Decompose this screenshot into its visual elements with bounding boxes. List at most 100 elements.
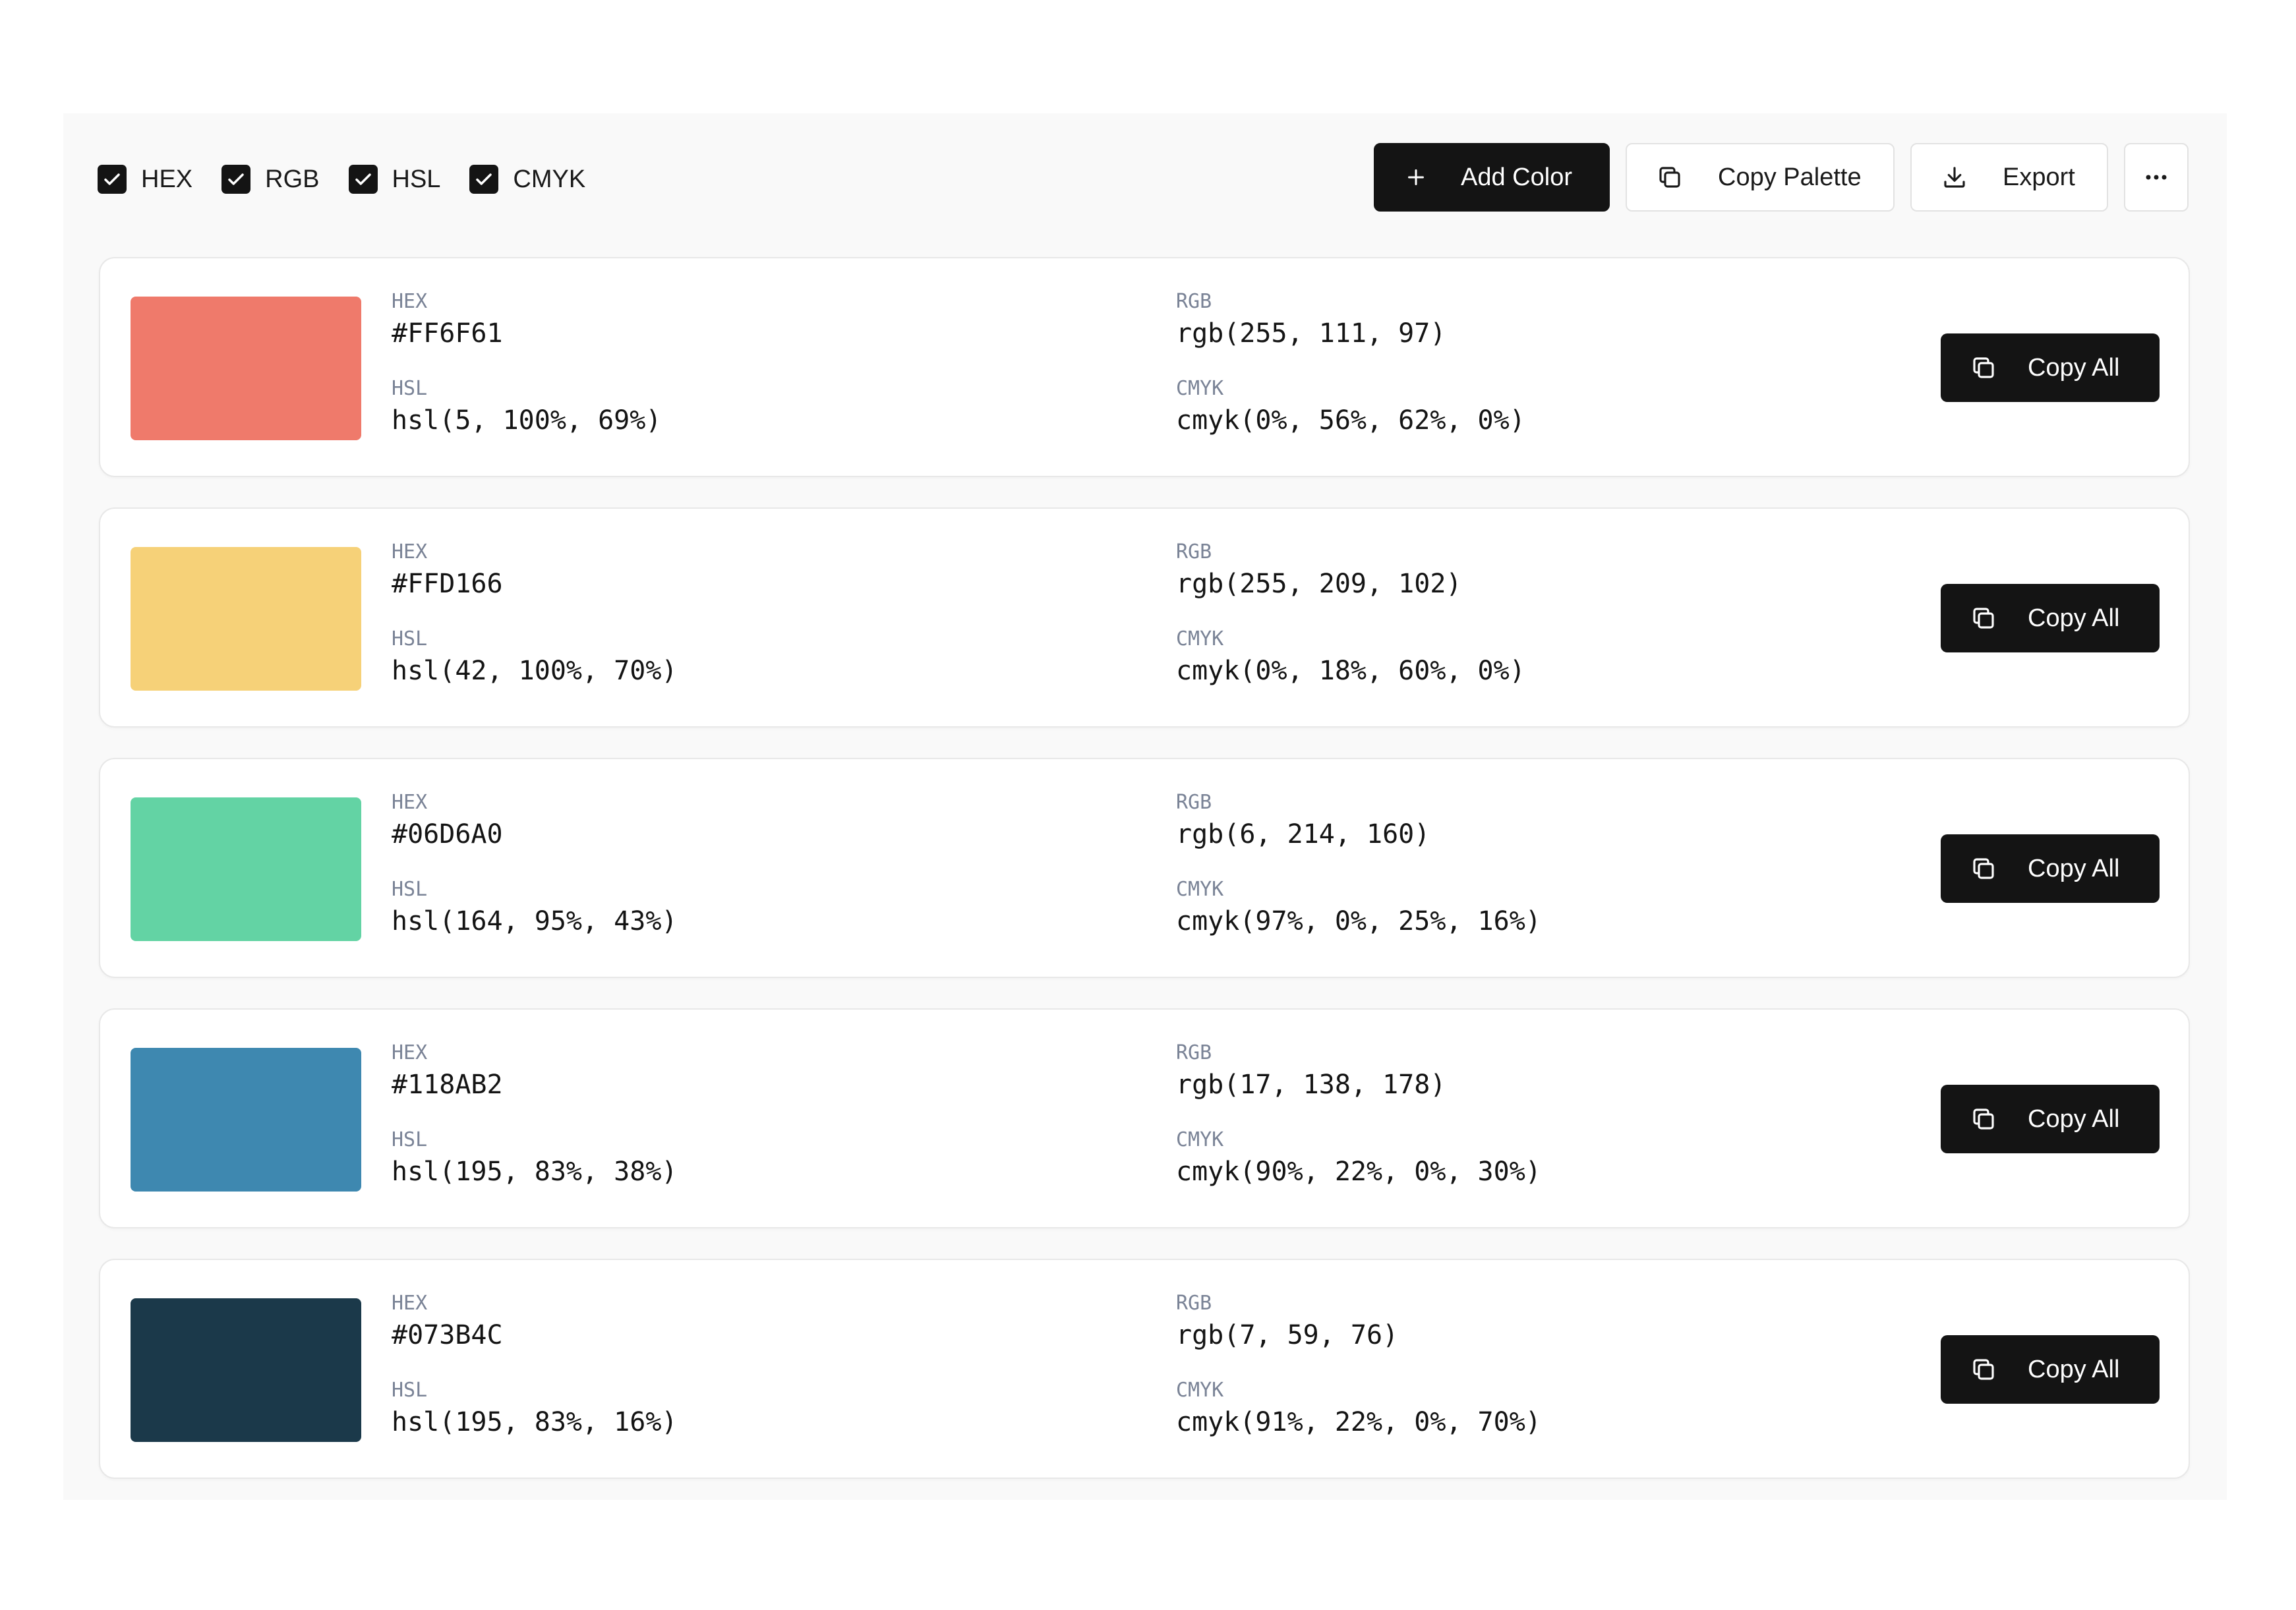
color-list: HEX #FF6F61 HSL hsl(5, 100%, 69%) RGB rg… [99,257,2190,1509]
checkbox-checked-icon[interactable] [348,165,378,194]
hsl-value[interactable]: hsl(195, 83%, 38%) [392,1153,677,1190]
hsl-label: HSL [392,878,428,901]
hex-value[interactable]: #06D6A0 [392,816,677,853]
copy-icon [1970,354,1997,382]
copy-all-button[interactable]: Copy All [1941,1335,2160,1404]
color-swatch[interactable] [131,797,361,941]
hex-hsl-column: HEX #118AB2 HSL hsl(195, 83%, 38%) [392,1040,677,1190]
copy-all-button[interactable]: Copy All [1941,584,2160,652]
hex-hsl-column: HEX #FF6F61 HSL hsl(5, 100%, 69%) [392,289,661,439]
rgb-label: RGB [1176,290,1212,313]
cmyk-label: CMYK [1176,878,1224,901]
filter-hsl[interactable]: HSL [348,165,441,194]
hex-label: HEX [392,540,428,563]
filter-rgb[interactable]: RGB [221,165,320,194]
hsl-label: HSL [392,627,428,650]
rgb-value[interactable]: rgb(7, 59, 76) [1176,1317,1541,1354]
rgb-cmyk-column: RGB rgb(6, 214, 160) CMYK cmyk(97%, 0%, … [1176,790,1541,940]
color-card: HEX #118AB2 HSL hsl(195, 83%, 38%) RGB r… [99,1008,2190,1228]
more-options-button[interactable] [2124,143,2189,212]
copy-icon [1970,1356,1997,1383]
hex-label: HEX [392,791,428,814]
add-color-button[interactable]: Add Color [1374,143,1610,212]
plus-icon [1404,165,1428,189]
filter-label: HEX [141,165,193,193]
copy-icon [1970,604,1997,632]
rgb-label: RGB [1176,540,1212,563]
hex-label: HEX [392,1292,428,1315]
color-card: HEX #FFD166 HSL hsl(42, 100%, 70%) RGB r… [99,507,2190,728]
checkbox-checked-icon[interactable] [469,165,499,194]
cmyk-value[interactable]: cmyk(97%, 0%, 25%, 16%) [1176,903,1541,940]
hex-hsl-column: HEX #073B4C HSL hsl(195, 83%, 16%) [392,1290,677,1441]
hex-label: HEX [392,1041,428,1064]
filter-label: CMYK [513,165,586,193]
hex-value[interactable]: #FFD166 [392,565,677,602]
hsl-label: HSL [392,377,428,400]
copy-palette-button[interactable]: Copy Palette [1626,143,1895,212]
rgb-value[interactable]: rgb(6, 214, 160) [1176,816,1541,853]
copy-all-label: Copy All [2028,353,2120,382]
palette-panel: HEX RGB HSL CMYK Add Color Copy Palette … [63,113,2227,1500]
hsl-value[interactable]: hsl(42, 100%, 70%) [392,652,677,689]
copy-icon [1970,855,1997,882]
filter-label: HSL [392,165,441,193]
copy-palette-label: Copy Palette [1718,163,1862,191]
hex-label: HEX [392,290,428,313]
toolbar: HEX RGB HSL CMYK Add Color Copy Palette … [63,113,2227,245]
copy-all-label: Copy All [2028,1355,2120,1383]
copy-icon [1656,163,1684,191]
add-color-label: Add Color [1461,163,1572,191]
rgb-value[interactable]: rgb(255, 209, 102) [1176,565,1525,602]
checkbox-checked-icon[interactable] [221,165,251,194]
copy-all-button[interactable]: Copy All [1941,834,2160,903]
cmyk-value[interactable]: cmyk(90%, 22%, 0%, 30%) [1176,1153,1541,1190]
rgb-value[interactable]: rgb(17, 138, 178) [1176,1066,1541,1103]
color-swatch[interactable] [131,297,361,440]
format-filters: HEX RGB HSL CMYK [98,161,614,198]
hex-value[interactable]: #FF6F61 [392,315,661,352]
cmyk-label: CMYK [1176,377,1224,400]
checkbox-checked-icon[interactable] [98,165,127,194]
cmyk-label: CMYK [1176,627,1224,650]
copy-all-button[interactable]: Copy All [1941,1085,2160,1153]
cmyk-value[interactable]: cmyk(91%, 22%, 0%, 70%) [1176,1404,1541,1441]
hsl-value[interactable]: hsl(5, 100%, 69%) [392,402,661,439]
rgb-value[interactable]: rgb(255, 111, 97) [1176,315,1525,352]
more-horizontal-icon [2143,173,2169,181]
export-button[interactable]: Export [1910,143,2108,212]
hsl-value[interactable]: hsl(164, 95%, 43%) [392,903,677,940]
copy-all-label: Copy All [2028,854,2120,882]
color-card: HEX #073B4C HSL hsl(195, 83%, 16%) RGB r… [99,1259,2190,1479]
hsl-label: HSL [392,1379,428,1402]
copy-icon [1970,1105,1997,1133]
rgb-cmyk-column: RGB rgb(255, 209, 102) CMYK cmyk(0%, 18%… [1176,539,1525,689]
download-icon [1941,163,1968,191]
cmyk-value[interactable]: cmyk(0%, 18%, 60%, 0%) [1176,652,1525,689]
copy-all-label: Copy All [2028,604,2120,632]
hsl-value[interactable]: hsl(195, 83%, 16%) [392,1404,677,1441]
filter-cmyk[interactable]: CMYK [469,165,585,194]
rgb-cmyk-column: RGB rgb(255, 111, 97) CMYK cmyk(0%, 56%,… [1176,289,1525,439]
color-swatch[interactable] [131,1048,361,1192]
color-card: HEX #06D6A0 HSL hsl(164, 95%, 43%) RGB r… [99,758,2190,978]
hsl-label: HSL [392,1128,428,1151]
rgb-label: RGB [1176,791,1212,814]
rgb-cmyk-column: RGB rgb(7, 59, 76) CMYK cmyk(91%, 22%, 0… [1176,1290,1541,1441]
cmyk-label: CMYK [1176,1379,1224,1402]
rgb-label: RGB [1176,1292,1212,1315]
hex-hsl-column: HEX #FFD166 HSL hsl(42, 100%, 70%) [392,539,677,689]
filter-hex[interactable]: HEX [98,165,192,194]
cmyk-label: CMYK [1176,1128,1224,1151]
color-swatch[interactable] [131,1298,361,1442]
copy-all-label: Copy All [2028,1105,2120,1133]
hex-value[interactable]: #073B4C [392,1317,677,1354]
color-swatch[interactable] [131,547,361,691]
rgb-label: RGB [1176,1041,1212,1064]
copy-all-button[interactable]: Copy All [1941,333,2160,402]
rgb-cmyk-column: RGB rgb(17, 138, 178) CMYK cmyk(90%, 22%… [1176,1040,1541,1190]
hex-hsl-column: HEX #06D6A0 HSL hsl(164, 95%, 43%) [392,790,677,940]
color-card: HEX #FF6F61 HSL hsl(5, 100%, 69%) RGB rg… [99,257,2190,477]
cmyk-value[interactable]: cmyk(0%, 56%, 62%, 0%) [1176,402,1525,439]
hex-value[interactable]: #118AB2 [392,1066,677,1103]
